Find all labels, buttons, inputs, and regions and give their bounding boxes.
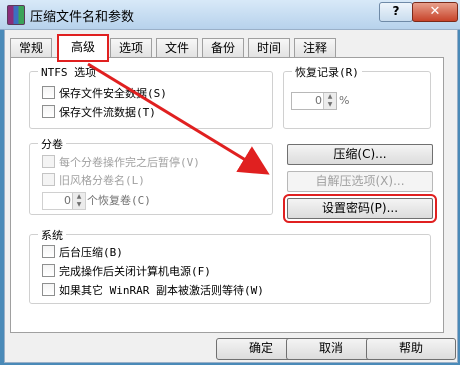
checkbox-box[interactable] xyxy=(42,86,55,99)
power-off-checkbox[interactable]: 完成操作后关闭计算机电源(F) xyxy=(42,264,211,280)
checkbox-box[interactable] xyxy=(42,173,55,186)
old-style-names-checkbox[interactable]: 旧风格分卷名(L) xyxy=(42,173,145,189)
winrar-app-icon xyxy=(7,5,25,25)
checkbox-box[interactable] xyxy=(42,105,55,118)
wait-other-winrar-label: 如果其它 WinRAR 副本被激活则等待(W) xyxy=(59,284,264,297)
background-compress-label: 后台压缩(B) xyxy=(59,246,123,259)
compression-settings-button[interactable]: 压缩(C)... xyxy=(287,144,433,165)
tab-general[interactable]: 常规 xyxy=(10,38,52,57)
tab-options[interactable]: 选项 xyxy=(110,38,152,57)
sfx-options-button[interactable]: 自解压选项(X)... xyxy=(287,171,433,192)
advanced-tab-page: NTFS 选项 保存文件安全数据(S) 保存文件流数据(T) 恢复记录(R) 0… xyxy=(10,57,444,333)
recovery-volumes-value[interactable]: 0 xyxy=(64,193,71,209)
checkbox-box[interactable] xyxy=(42,264,55,277)
spinner-arrows-icon[interactable]: ▲ ▼ xyxy=(323,93,336,109)
wait-other-winrar-checkbox[interactable]: 如果其它 WinRAR 副本被激活则等待(W) xyxy=(42,283,264,299)
tab-time[interactable]: 时间 xyxy=(248,38,290,57)
cancel-button[interactable]: 取消 xyxy=(286,338,376,360)
save-security-label: 保存文件安全数据(S) xyxy=(59,87,167,100)
old-style-names-label: 旧风格分卷名(L) xyxy=(59,174,145,187)
recovery-volumes-label: 个恢复卷(C) xyxy=(87,194,151,207)
background-compress-checkbox[interactable]: 后台压缩(B) xyxy=(42,245,123,261)
checkbox-box[interactable] xyxy=(42,283,55,296)
recovery-percent-value[interactable]: 0 xyxy=(315,93,322,109)
volume-group-title: 分卷 xyxy=(38,136,66,152)
window-title: 压缩文件名和参数 xyxy=(30,10,135,25)
checkbox-box[interactable] xyxy=(42,155,55,168)
spinner-arrows-icon[interactable]: ▲ ▼ xyxy=(72,193,85,209)
tab-comment[interactable]: 注释 xyxy=(294,38,336,57)
volume-group: 分卷 每个分卷操作完之后暂停(V) 旧风格分卷名(L) 0 ▲ ▼ 个恢复卷(C) xyxy=(29,136,273,215)
system-group: 系统 后台压缩(B) 完成操作后关闭计算机电源(F) 如果其它 WinRAR 副… xyxy=(29,227,431,304)
set-password-button[interactable]: 设置密码(P)... xyxy=(283,194,437,223)
save-streams-label: 保存文件流数据(T) xyxy=(59,106,156,119)
save-security-checkbox[interactable]: 保存文件安全数据(S) xyxy=(42,86,167,102)
ntfs-group-title: NTFS 选项 xyxy=(38,64,100,80)
power-off-label: 完成操作后关闭计算机电源(F) xyxy=(59,265,211,278)
recovery-volumes-spinner[interactable]: 0 ▲ ▼ xyxy=(42,192,86,210)
checkbox-box[interactable] xyxy=(42,245,55,258)
save-streams-checkbox[interactable]: 保存文件流数据(T) xyxy=(42,105,156,121)
pause-after-volume-checkbox[interactable]: 每个分卷操作完之后暂停(V) xyxy=(42,155,200,171)
ntfs-options-group: NTFS 选项 保存文件安全数据(S) 保存文件流数据(T) xyxy=(29,64,273,129)
help-button[interactable]: 帮助 xyxy=(366,338,456,360)
recovery-percent-unit: % xyxy=(339,94,350,107)
close-button[interactable]: ✕ xyxy=(412,2,458,22)
system-group-title: 系统 xyxy=(38,227,66,243)
recovery-group-title: 恢复记录(R) xyxy=(292,64,362,80)
recovery-record-group: 恢复记录(R) 0 ▲ ▼ % xyxy=(283,64,431,129)
tab-backup[interactable]: 备份 xyxy=(202,38,244,57)
help-title-button[interactable]: ? xyxy=(379,2,413,22)
tab-files[interactable]: 文件 xyxy=(156,38,198,57)
pause-after-volume-label: 每个分卷操作完之后暂停(V) xyxy=(59,156,200,169)
recovery-percent-spinner[interactable]: 0 ▲ ▼ xyxy=(291,92,337,110)
dialog-window: 压缩文件名和参数 ? ✕ NTFS 选项 保存文件安全数据(S) 保存文件流数据… xyxy=(0,0,460,365)
title-bar[interactable]: 压缩文件名和参数 ? ✕ xyxy=(0,0,460,30)
tab-advanced[interactable]: 高级 xyxy=(57,34,109,62)
